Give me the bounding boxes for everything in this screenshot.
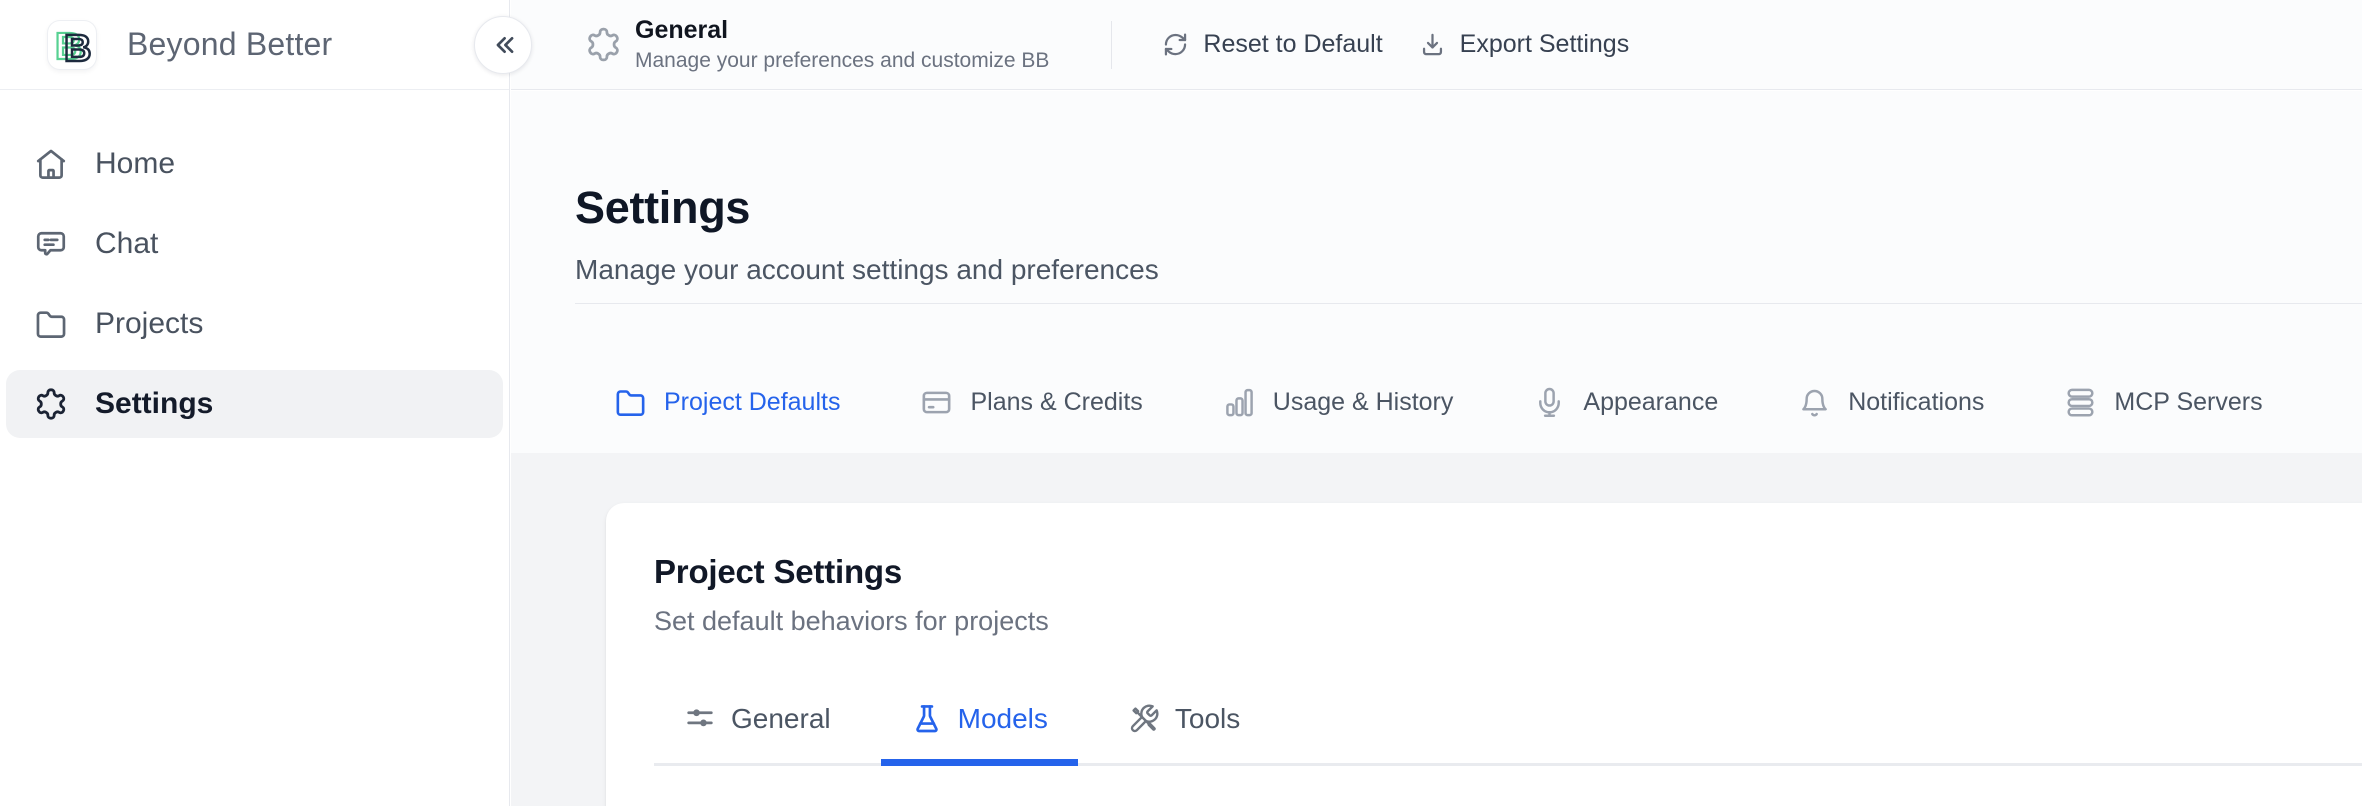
chat-icon [34,227,68,261]
subtab-tools[interactable]: Tools [1098,695,1270,763]
flask-icon [911,703,943,735]
page-title: Settings [575,185,2362,230]
bar-chart-icon [1223,386,1256,419]
subtab-label: Tools [1175,703,1240,735]
app-logo: B B [48,21,96,69]
tab-label: Notifications [1848,388,1984,417]
tab-label: Plans & Credits [970,388,1142,417]
header-actions: Reset to Default Export Settings [1162,30,1629,59]
folder-icon [34,307,68,341]
credit-card-icon [920,386,953,419]
tab-label: Project Defaults [664,388,840,417]
microphone-icon [1533,386,1566,419]
bell-icon [1798,386,1831,419]
subtab-label: Models [958,703,1048,735]
header-divider [1111,21,1112,69]
tab-plans-credits[interactable]: Plans & Credits [912,304,1150,456]
tab-mcp-servers[interactable]: MCP Servers [2056,304,2270,456]
page-subtitle: Manage your account settings and prefere… [575,254,2362,286]
project-settings-subtab-bar: General Models [654,695,2362,766]
settings-tab-bar: Project Defaults Plans & Credits Usage &… [575,304,2362,459]
chevrons-left-icon [487,29,519,61]
beyond-better-logo-icon: B B [48,21,96,69]
tab-label: Appearance [1583,388,1718,417]
server-stack-icon [2064,386,2097,419]
sidebar-item-home[interactable]: Home [6,130,503,198]
button-label: Reset to Default [1203,30,1382,59]
brand-name: Beyond Better [127,26,332,63]
sidebar-collapse-button[interactable] [474,16,532,74]
page-head: Settings Manage your account settings an… [511,91,2362,286]
tab-usage-history[interactable]: Usage & History [1215,304,1462,456]
app-window: B B Beyond Better Home [0,0,2362,806]
header-subtitle: Manage your preferences and customize BB [635,49,1049,73]
top-header: General Manage your preferences and cust… [511,0,2362,90]
folder-icon [614,386,647,419]
export-settings-button[interactable]: Export Settings [1419,30,1630,59]
tab-project-defaults[interactable]: Project Defaults [606,304,848,456]
card-title: Project Settings [654,553,2362,591]
sidebar-item-settings[interactable]: Settings [6,370,503,438]
header-title: General [635,16,1049,45]
sidebar-item-label: Chat [95,227,158,261]
sidebar-header: B B Beyond Better [0,0,509,90]
sidebar-item-chat[interactable]: Chat [6,210,503,278]
main-content: Settings Manage your account settings an… [511,91,2362,806]
gear-icon [585,26,622,63]
sidebar-nav: Home Chat Projects Settings [0,90,509,438]
project-settings-card: Project Settings Set default behaviors f… [606,503,2362,806]
tab-label: Usage & History [1273,388,1454,417]
gear-icon [34,387,68,421]
header-text: General Manage your preferences and cust… [635,16,1049,73]
sidebar-item-projects[interactable]: Projects [6,290,503,358]
subtab-label: General [731,703,831,735]
sidebar-item-label: Settings [95,387,213,421]
home-icon [34,147,68,181]
tab-notifications[interactable]: Notifications [1790,304,1992,456]
tab-label: MCP Servers [2114,388,2262,417]
reset-to-default-button[interactable]: Reset to Default [1162,30,1382,59]
sliders-icon [684,703,716,735]
button-label: Export Settings [1460,30,1630,59]
sidebar-item-label: Home [95,147,175,181]
subtab-general[interactable]: General [654,695,861,763]
svg-text:B: B [64,28,91,69]
refresh-icon [1162,31,1189,58]
subtab-models[interactable]: Models [881,695,1078,763]
tab-panel: Project Settings Set default behaviors f… [511,453,2362,806]
tools-icon [1128,703,1160,735]
download-icon [1419,31,1446,58]
card-subtitle: Set default behaviors for projects [654,605,2362,638]
sidebar-item-label: Projects [95,307,203,341]
sidebar: B B Beyond Better Home [0,0,510,806]
tab-appearance[interactable]: Appearance [1525,304,1726,456]
